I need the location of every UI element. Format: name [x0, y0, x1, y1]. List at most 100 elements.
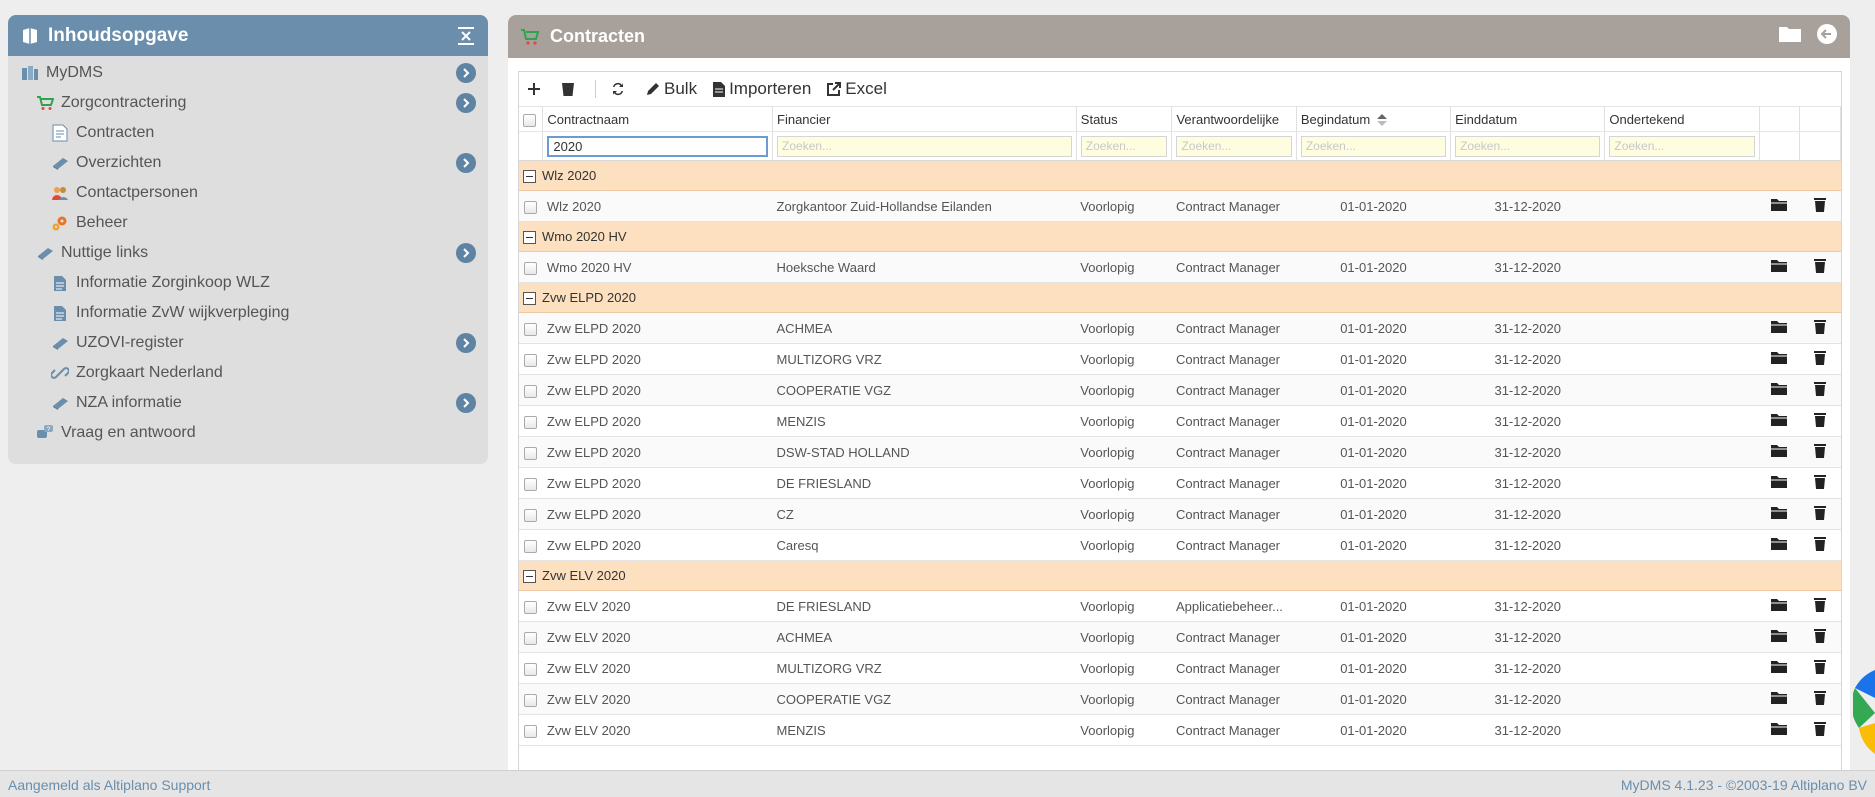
sidebar-item-contactpersonen[interactable]: Contactpersonen	[8, 178, 488, 208]
open-folder-button[interactable]	[1759, 405, 1800, 437]
open-folder-button[interactable]	[1759, 343, 1800, 375]
refresh-button[interactable]	[610, 81, 630, 97]
sidebar-item-informatie-zvw-wijkverpleging[interactable]: Informatie ZvW wijkverpleging	[8, 298, 488, 328]
table-row[interactable]: Zvw ELV 2020 DE FRIESLAND Voorlopig Applica…	[519, 590, 1841, 622]
select-all-checkbox[interactable]	[519, 107, 544, 132]
row-checkbox[interactable]	[519, 529, 543, 561]
delete-button[interactable]	[561, 81, 579, 97]
delete-row-button[interactable]	[1799, 714, 1841, 746]
table-row[interactable]: Zvw ELPD 2020 DSW-STAD HOLLAND Voorlopig Co…	[519, 436, 1841, 468]
table-row[interactable]: Zvw ELPD 2020 MULTIZORG VRZ Voorlopig Contr…	[519, 343, 1841, 375]
open-folder-button[interactable]	[1759, 714, 1800, 746]
sidebar-item-uzovi-register[interactable]: UZOVI-register	[8, 328, 488, 358]
delete-row-button[interactable]	[1799, 436, 1841, 468]
open-folder-button[interactable]	[1759, 590, 1800, 622]
sidebar-item-mydms[interactable]: MyDMS	[8, 58, 488, 88]
delete-row-button[interactable]	[1799, 498, 1841, 530]
chevron-right-icon[interactable]	[456, 393, 476, 413]
table-row[interactable]: Zvw ELPD 2020 DE FRIESLAND Voorlopig Contra…	[519, 467, 1841, 499]
table-row[interactable]: Zvw ELPD 2020 MENZIS Voorlopig Contract Man…	[519, 405, 1841, 437]
delete-row-button[interactable]	[1799, 621, 1841, 653]
add-button[interactable]	[527, 82, 545, 96]
row-checkbox[interactable]	[519, 621, 543, 653]
open-folder-button[interactable]	[1759, 498, 1800, 530]
open-folder-button[interactable]	[1759, 436, 1800, 468]
filter-financier-input[interactable]	[777, 135, 1072, 157]
row-checkbox[interactable]	[519, 190, 543, 222]
sidebar-item-zorgkaart-nederland[interactable]: Zorgkaart Nederland	[8, 358, 488, 388]
open-folder-button[interactable]	[1759, 529, 1800, 561]
row-checkbox[interactable]	[519, 405, 543, 437]
delete-row-button[interactable]	[1799, 683, 1841, 715]
back-arrow-icon[interactable]	[1816, 23, 1838, 50]
table-row[interactable]: Wmo 2020 HV Hoeksche Waard Voorlopig Contra…	[519, 251, 1841, 283]
filter-begindatum-input[interactable]	[1300, 135, 1447, 157]
table-row[interactable]: Zvw ELPD 2020 CZ Voorlopig Contract Manager…	[519, 498, 1841, 530]
table-row[interactable]: Zvw ELV 2020 COOPERATIE VGZ Voorlopig Contr…	[519, 683, 1841, 715]
delete-row-button[interactable]	[1799, 529, 1841, 561]
import-button[interactable]: Importeren	[713, 79, 811, 99]
row-checkbox[interactable]	[519, 683, 543, 715]
table-row[interactable]: Zvw ELPD 2020 COOPERATIE VGZ Voorlopig Cont…	[519, 374, 1841, 406]
table-row[interactable]: Zvw ELPD 2020 Caresq Voorlopig Contract Man…	[519, 529, 1841, 561]
filter-status-input[interactable]	[1080, 135, 1168, 157]
col-header-einddatum[interactable]: Einddatum	[1450, 107, 1606, 132]
delete-row-button[interactable]	[1799, 190, 1841, 222]
sidebar-item-beheer[interactable]: Beheer	[8, 208, 488, 238]
delete-row-button[interactable]	[1799, 251, 1841, 283]
sidebar-item-nuttige-links[interactable]: Nuttige links	[8, 238, 488, 268]
col-header-status[interactable]: Status	[1076, 107, 1173, 132]
excel-export-button[interactable]: Excel	[827, 79, 887, 99]
folder-icon[interactable]	[1778, 24, 1802, 49]
chevron-right-icon[interactable]	[456, 93, 476, 113]
delete-row-button[interactable]	[1799, 652, 1841, 684]
sidebar-item-nza-informatie[interactable]: NZA informatie	[8, 388, 488, 418]
collapse-icon[interactable]	[456, 26, 476, 46]
logged-in-user[interactable]: Aangemeld als Altiplano Support	[8, 777, 210, 793]
row-checkbox[interactable]	[519, 343, 543, 375]
sidebar-item-contracten[interactable]: Contracten	[8, 118, 488, 148]
row-checkbox[interactable]	[519, 312, 543, 344]
sidebar-item-vraag-en-antwoord[interactable]: ? Vraag en antwoord	[8, 418, 488, 448]
open-folder-button[interactable]	[1759, 374, 1800, 406]
delete-row-button[interactable]	[1799, 405, 1841, 437]
col-header-verantwoordelijke[interactable]: Verantwoordelijke	[1171, 107, 1297, 132]
delete-row-button[interactable]	[1799, 467, 1841, 499]
open-folder-button[interactable]	[1759, 652, 1800, 684]
filter-contractnaam-input[interactable]	[547, 135, 769, 157]
collapse-group-icon[interactable]	[523, 231, 536, 245]
table-row[interactable]: Zvw ELV 2020 ACHMEA Voorlopig Contract Mana…	[519, 621, 1841, 653]
chevron-right-icon[interactable]	[456, 153, 476, 173]
collapse-group-icon[interactable]	[523, 570, 536, 584]
table-row[interactable]: Zvw ELV 2020 MULTIZORG VRZ Voorlopig Contra…	[519, 652, 1841, 684]
bulk-button[interactable]: Bulk	[646, 79, 697, 99]
collapse-group-icon[interactable]	[523, 292, 536, 306]
row-checkbox[interactable]	[519, 590, 543, 622]
row-checkbox[interactable]	[519, 436, 543, 468]
col-header-financier[interactable]: Financier	[772, 107, 1077, 132]
open-folder-button[interactable]	[1759, 621, 1800, 653]
chevron-right-icon[interactable]	[456, 63, 476, 83]
col-header-contractnaam[interactable]: Contractnaam	[542, 107, 774, 132]
collapse-group-icon[interactable]	[523, 170, 536, 184]
sidebar-item-zorgcontractering[interactable]: Zorgcontractering	[8, 88, 488, 118]
sidebar-item-informatie-zorginkoop-wlz[interactable]: Informatie Zorginkoop WLZ	[8, 268, 488, 298]
row-checkbox[interactable]	[519, 652, 543, 684]
table-row[interactable]: Zvw ELPD 2020 ACHMEA Voorlopig Contract Man…	[519, 312, 1841, 344]
sidebar-item-overzichten[interactable]: Overzichten	[8, 148, 488, 178]
delete-row-button[interactable]	[1799, 590, 1841, 622]
delete-row-button[interactable]	[1799, 312, 1841, 344]
table-row[interactable]: Wlz 2020 Zorgkantoor Zuid-Hollandse Eilan…	[519, 190, 1841, 222]
col-header-ondertekend[interactable]: Ondertekend	[1604, 107, 1760, 132]
row-checkbox[interactable]	[519, 251, 543, 283]
delete-row-button[interactable]	[1799, 374, 1841, 406]
filter-verantwoordelijke-input[interactable]	[1176, 135, 1292, 157]
delete-row-button[interactable]	[1799, 343, 1841, 375]
table-row[interactable]: Zvw ELV 2020 MENZIS Voorlopig Contract Mana…	[519, 714, 1841, 746]
open-folder-button[interactable]	[1759, 312, 1800, 344]
open-folder-button[interactable]	[1759, 190, 1800, 222]
filter-einddatum-input[interactable]	[1455, 135, 1601, 157]
col-header-begindatum[interactable]: Begindatum	[1296, 107, 1452, 132]
row-checkbox[interactable]	[519, 498, 543, 530]
filter-ondertekend-input[interactable]	[1609, 135, 1755, 157]
